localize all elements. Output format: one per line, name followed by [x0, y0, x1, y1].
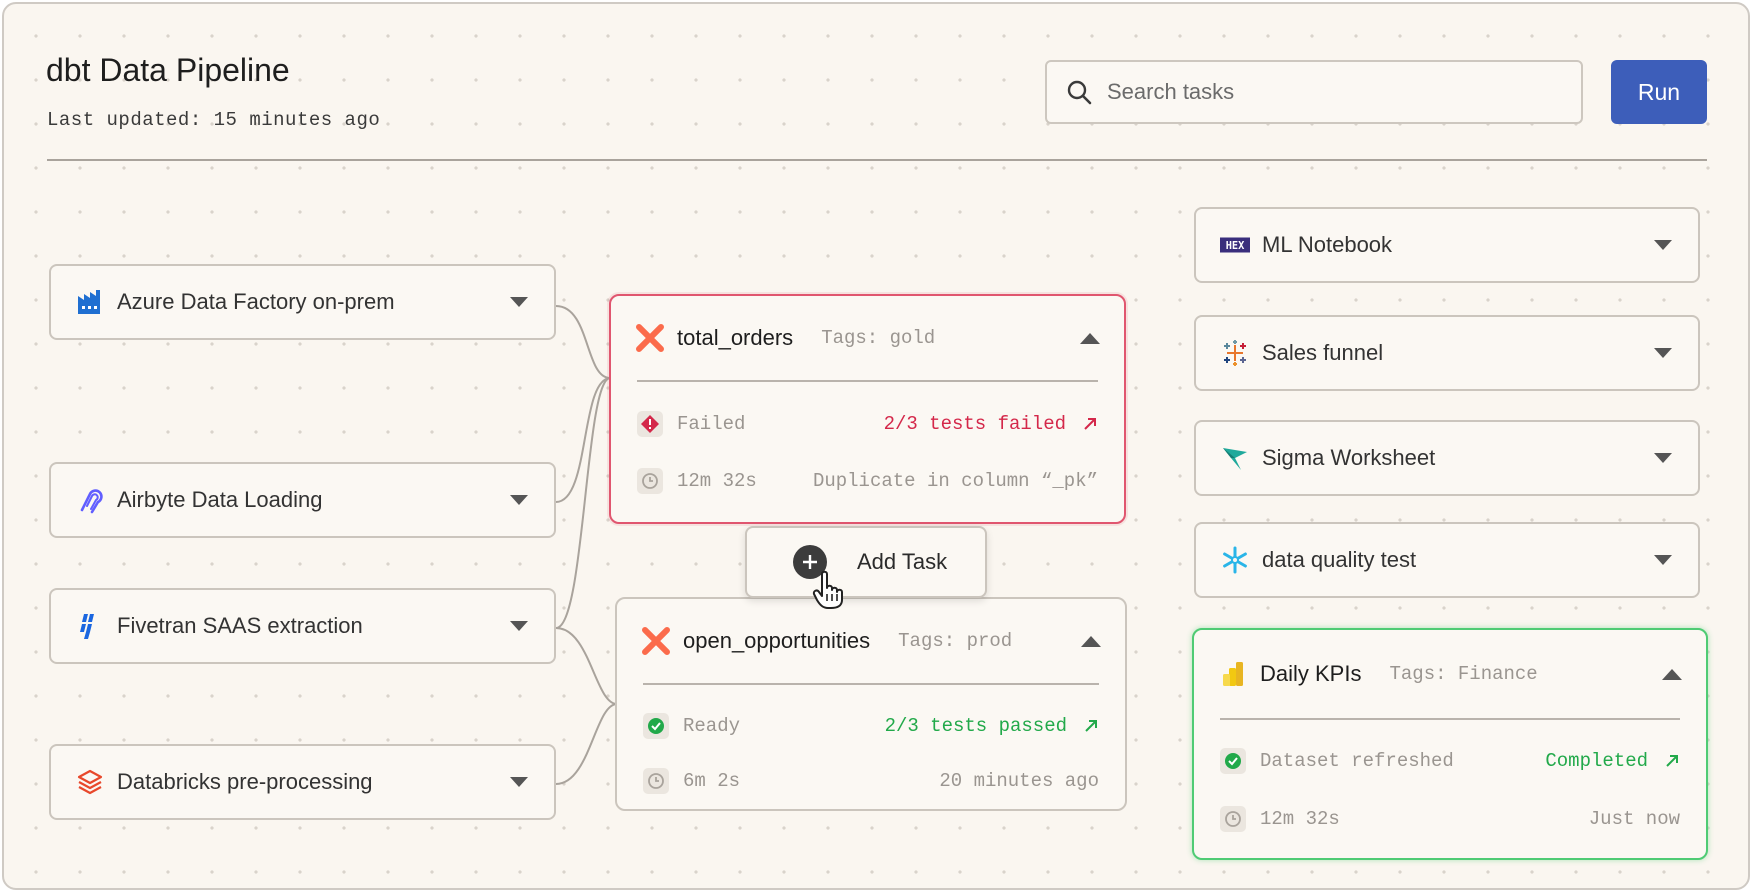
source-label: Fivetran SAAS extraction [117, 613, 363, 638]
source-fivetran[interactable]: Fivetran SAAS extraction [49, 588, 556, 664]
dest-label: data quality test [1262, 547, 1417, 572]
dest-ml-notebook[interactable]: HEX ML Notebook [1194, 207, 1700, 283]
task-card-total-orders[interactable]: total_orders Tags: gold Failed 2/3 tests… [609, 294, 1126, 524]
dest-sigma-worksheet[interactable]: Sigma Worksheet [1194, 420, 1700, 496]
dest-sales-funnel[interactable]: Sales funnel [1194, 315, 1700, 391]
tableau-icon [1220, 338, 1250, 368]
dest-label: Sigma Worksheet [1262, 445, 1436, 470]
databricks-icon [75, 767, 105, 797]
card-divider [637, 380, 1098, 382]
chevron-down-icon[interactable] [510, 621, 528, 631]
add-task-button[interactable]: Add Task [745, 526, 987, 598]
task-duration: 12m 32s [1260, 808, 1340, 830]
airbyte-icon [75, 485, 105, 515]
azure-factory-icon [75, 287, 105, 317]
powerbi-icon [1223, 662, 1243, 686]
search-input[interactable] [1107, 79, 1567, 105]
task-status: Ready [683, 715, 741, 737]
add-task-label: Add Task [857, 549, 948, 574]
kpi-card-daily-kpis[interactable]: Daily KPIs Tags: Finance Dataset refresh… [1192, 628, 1708, 860]
run-button[interactable]: Run [1611, 60, 1707, 124]
external-link-icon[interactable] [1082, 416, 1098, 432]
source-databricks[interactable]: Databricks pre-processing [49, 744, 556, 820]
task-duration: 12m 32s [677, 470, 757, 492]
error-icon [637, 411, 663, 437]
check-icon [643, 713, 669, 739]
last-updated-text: Last updated: 15 minutes ago [47, 109, 381, 131]
chevron-down-icon[interactable] [1654, 240, 1672, 250]
task-status: Dataset refreshed [1260, 750, 1454, 772]
chevron-down-icon[interactable] [510, 777, 528, 787]
dest-label: ML Notebook [1262, 232, 1393, 257]
dbt-icon [642, 627, 670, 655]
test-result-link[interactable]: 2/3 tests failed [884, 413, 1066, 435]
chevron-down-icon[interactable] [510, 495, 528, 505]
source-label: Databricks pre-processing [117, 769, 373, 794]
task-card-open-opportunities[interactable]: open_opportunities Tags: prod Ready 2/3 … [615, 597, 1127, 811]
clock-icon [637, 468, 663, 494]
task-tags: Tags: gold [821, 327, 936, 349]
dest-data-quality-test[interactable]: data quality test [1194, 522, 1700, 598]
card-divider [1220, 718, 1680, 720]
chevron-up-icon[interactable] [1662, 668, 1682, 680]
sigma-icon [1220, 443, 1250, 473]
header-divider [47, 159, 1707, 161]
completed-link[interactable]: Completed [1545, 750, 1648, 772]
hex-icon: HEX [1220, 230, 1250, 260]
test-result-link[interactable]: 2/3 tests passed [885, 715, 1067, 737]
chevron-up-icon[interactable] [1081, 635, 1101, 647]
page-title: dbt Data Pipeline [46, 52, 290, 88]
task-duration: 6m 2s [683, 770, 741, 792]
source-azure-data-factory[interactable]: Azure Data Factory on-prem [49, 264, 556, 340]
external-link-icon[interactable] [1664, 753, 1680, 769]
source-label: Airbyte Data Loading [117, 487, 323, 512]
source-airbyte[interactable]: Airbyte Data Loading [49, 462, 556, 538]
dbt-icon [636, 324, 664, 352]
source-label: Azure Data Factory on-prem [117, 289, 395, 314]
dest-label: Sales funnel [1262, 340, 1384, 365]
check-icon [1220, 748, 1246, 774]
clock-icon [643, 768, 669, 794]
search-box[interactable] [1045, 60, 1583, 124]
task-detail: Just now [1588, 808, 1680, 830]
chevron-down-icon[interactable] [510, 297, 528, 307]
task-detail: Duplicate in column “_pk” [812, 470, 1098, 492]
clock-icon [1220, 806, 1246, 832]
chevron-down-icon[interactable] [1654, 453, 1672, 463]
card-divider [643, 683, 1099, 685]
fivetran-icon [75, 611, 105, 641]
task-status: Failed [677, 413, 746, 435]
chevron-down-icon[interactable] [1654, 555, 1672, 565]
task-tags: Tags: Finance [1389, 663, 1538, 685]
hand-cursor-icon [812, 570, 843, 609]
svg-text:HEX: HEX [1226, 240, 1245, 252]
chevron-down-icon[interactable] [1654, 348, 1672, 358]
task-detail: 20 minutes ago [939, 770, 1099, 792]
snowflake-icon [1220, 545, 1250, 575]
task-tags: Tags: prod [898, 630, 1013, 652]
task-name: total_orders [677, 325, 794, 350]
task-name: open_opportunities [683, 628, 871, 653]
chevron-up-icon[interactable] [1080, 332, 1100, 344]
search-icon [1067, 80, 1092, 105]
task-name: Daily KPIs [1260, 661, 1362, 686]
external-link-icon[interactable] [1083, 718, 1099, 734]
